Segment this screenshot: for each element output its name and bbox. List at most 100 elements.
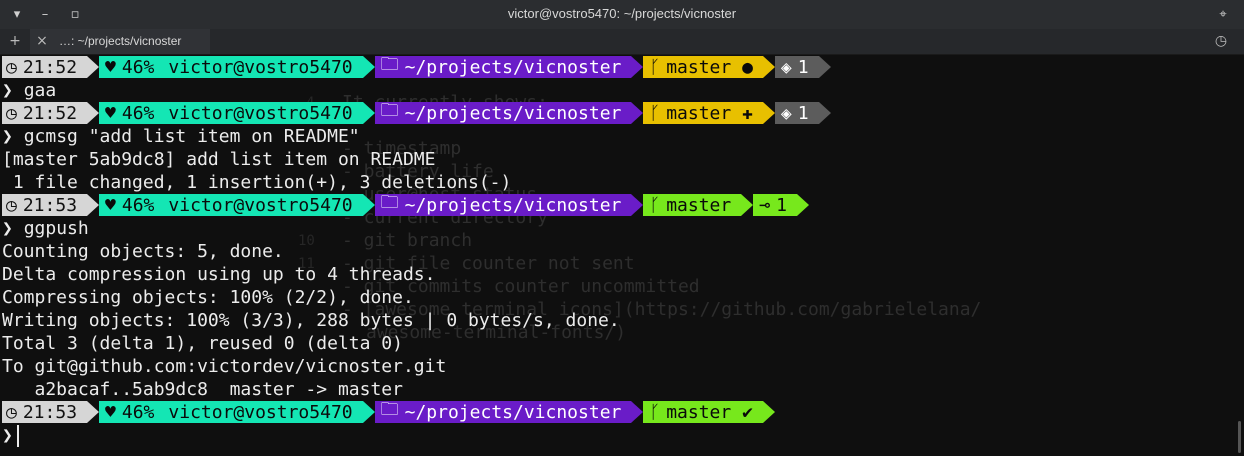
prompt-count-segment: ◈ 1: [774, 56, 831, 78]
prompt-battery-segment: ♥ 46%: [99, 401, 169, 423]
heart-icon: ♥: [105, 102, 116, 124]
command-line[interactable]: ❯: [2, 424, 19, 447]
prompt-bar: ◷ 21:53 ♥ 46% victor@vostro5470 🗀 ~/project…: [2, 399, 775, 423]
prompt-user-segment: victor@vostro5470: [156, 102, 375, 124]
command-text: gaa: [23, 80, 57, 101]
command-line: ❯ ggpush: [2, 217, 89, 240]
heart-icon: ♥: [105, 56, 116, 78]
output-line: 1 file changed, 1 insertion(+), 3 deleti…: [2, 172, 512, 193]
folder-icon: 🗀: [380, 100, 399, 121]
prompt-git-segment: ᚴ master: [643, 194, 754, 216]
clock-icon: ◷: [6, 56, 17, 78]
tab-label: …: ~/projects/vicnoster: [59, 34, 182, 48]
text-cursor: [16, 425, 19, 447]
output-line: Compressing objects: 100% (2/2), done.: [2, 287, 414, 308]
prompt-branch: master: [666, 102, 732, 124]
clock-icon: ◷: [6, 102, 17, 124]
prompt-user: victor@vostro5470: [168, 102, 353, 124]
prompt-dir: ~/projects/vicnoster: [404, 194, 622, 216]
prompt-symbol: ❯: [2, 80, 13, 101]
prompt-dir: ~/projects/vicnoster: [404, 56, 622, 78]
prompt-count-segment: ◈ 1: [774, 102, 831, 124]
git-dirty-icon: ●: [742, 56, 753, 78]
prompt-count: 1: [776, 194, 787, 216]
git-branch-icon: ᚴ: [649, 401, 661, 423]
prompt-branch: master: [666, 56, 732, 78]
bg-line-number: 10: [298, 233, 315, 249]
prompt-count: 1: [797, 56, 809, 78]
folder-icon: 🗀: [380, 54, 399, 75]
prompt-bar: ◷ 21:52 ♥ 46% victor@vostro5470 🗀 ~/project…: [2, 54, 831, 78]
prompt-user: victor@vostro5470: [168, 194, 353, 216]
clock-icon: ◷: [6, 401, 17, 423]
prompt-dir-segment: 🗀 ~/projects/vicnoster: [374, 192, 644, 216]
prompt-git-segment: ᚴ master ●: [643, 56, 775, 78]
prompt-time-segment: ◷ 21:52: [2, 102, 100, 124]
terminal-area[interactable]: 4 It currently shows: - timestamp - batt…: [0, 54, 1244, 456]
prompt-battery-segment: ♥ 46%: [99, 102, 169, 124]
file-diff-icon: ◈: [780, 56, 792, 78]
prompt-dir-segment: 🗀 ~/projects/vicnoster: [374, 54, 644, 78]
prompt-time: 21:52: [22, 102, 78, 124]
prompt-battery-segment: ♥ 46%: [99, 56, 169, 78]
folder-icon: 🗀: [380, 399, 399, 420]
output-line: Counting objects: 5, done.: [2, 241, 284, 262]
prompt-battery: 46%: [121, 102, 155, 124]
output-line: a2bacaf..5ab9dc8 master -> master: [2, 379, 403, 400]
prompt-time: 21:53: [22, 194, 78, 216]
prompt-symbol: ❯: [2, 126, 13, 147]
new-tab-icon[interactable]: +: [6, 32, 24, 50]
heart-icon: ♥: [105, 401, 116, 423]
file-diff-icon: ◈: [780, 102, 792, 124]
pin-icon[interactable]: ⌖: [1214, 5, 1232, 23]
prompt-user-segment: victor@vostro5470: [156, 56, 375, 78]
command-text: ggpush: [23, 218, 89, 239]
prompt-symbol: ❯: [2, 218, 13, 239]
close-tab-icon[interactable]: ×: [33, 32, 51, 50]
prompt-user-segment: victor@vostro5470: [156, 401, 375, 423]
command-text: gcmsg "add list item on README": [23, 126, 360, 147]
tab-terminal[interactable]: × …: ~/projects/vicnoster: [30, 29, 210, 54]
prompt-bar: ◷ 21:52 ♥ 46% victor@vostro5470 🗀 ~/project…: [2, 100, 831, 124]
folder-icon: 🗀: [380, 192, 399, 213]
prompt-bar: ◷ 21:53 ♥ 46% victor@vostro5470 🗀 ~/project…: [2, 192, 809, 216]
prompt-git-segment: ᚴ master ✚: [643, 102, 775, 124]
bg-line: - git branch: [342, 230, 473, 251]
commit-icon: ⊸: [759, 194, 771, 216]
git-clean-icon: ✔: [742, 401, 753, 423]
prompt-time: 21:52: [22, 56, 78, 78]
window-title: victor@vostro5470: ~/projects/vicnoster: [507, 6, 737, 21]
prompt-time: 21:53: [22, 401, 78, 423]
prompt-time-segment: ◷ 21:52: [2, 56, 100, 78]
scrollbar[interactable]: [1238, 421, 1241, 453]
heart-icon: ♥: [105, 194, 116, 216]
prompt-battery: 46%: [121, 56, 155, 78]
prompt-time-segment: ◷ 21:53: [2, 194, 100, 216]
output-line: [master 5ab9dc8] add list item on README: [2, 149, 436, 170]
history-icon[interactable]: ◷: [1212, 32, 1230, 50]
output-line: To git@github.com:victordev/vicnoster.gi…: [2, 356, 447, 377]
output-line: Total 3 (delta 1), reused 0 (delta 0): [2, 333, 403, 354]
git-branch-icon: ᚴ: [649, 194, 661, 216]
git-staged-icon: ✚: [742, 102, 753, 124]
clock-icon: ◷: [6, 194, 17, 216]
prompt-dir: ~/projects/vicnoster: [404, 102, 622, 124]
prompt-git-segment: ᚴ master ✔: [643, 401, 775, 423]
title-bar: ▾ – ▫ victor@vostro5470: ~/projects/vicn…: [0, 0, 1244, 29]
prompt-symbol: ❯: [2, 425, 13, 446]
prompt-branch: master: [666, 401, 732, 423]
prompt-dir-segment: 🗀 ~/projects/vicnoster: [374, 100, 644, 124]
command-line: ❯ gcmsg "add list item on README": [2, 125, 360, 148]
prompt-user: victor@vostro5470: [168, 56, 353, 78]
command-line: ❯ gaa: [2, 79, 56, 102]
prompt-branch: master: [666, 194, 732, 216]
prompt-count: 1: [797, 102, 809, 124]
prompt-dir: ~/projects/vicnoster: [404, 401, 622, 423]
prompt-dir-segment: 🗀 ~/projects/vicnoster: [374, 399, 644, 423]
git-branch-icon: ᚴ: [649, 56, 661, 78]
output-line: Writing objects: 100% (3/3), 288 bytes |…: [2, 310, 620, 331]
tab-bar: + × …: ~/projects/vicnoster ◷: [0, 29, 1244, 55]
prompt-battery: 46%: [121, 194, 155, 216]
prompt-user-segment: victor@vostro5470: [156, 194, 375, 216]
prompt-count-segment: ⊸ 1: [753, 194, 809, 216]
